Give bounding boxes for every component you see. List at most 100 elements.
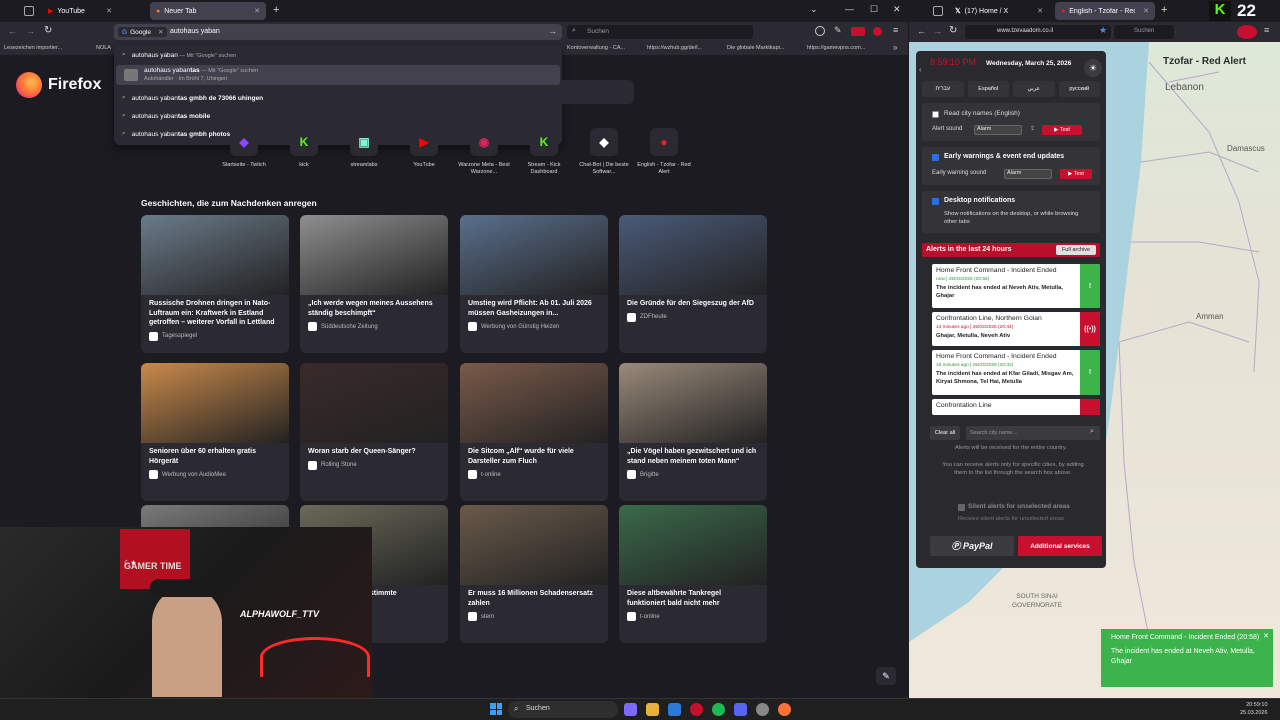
bookmark-star-icon[interactable]: ★ — [1099, 25, 1107, 36]
close-window-icon[interactable]: ✕ — [893, 4, 901, 15]
story-card[interactable]: Er muss 16 Millionen Schadensersatz zahl… — [460, 505, 608, 643]
url-bar[interactable]: www.tzevaadom.co.il — [965, 25, 1111, 39]
discord-icon[interactable] — [734, 703, 747, 716]
tab-tzofar[interactable]: ● English - Tzofar - Red Alert ✕ — [1055, 2, 1155, 20]
address-input[interactable]: autohaus yaban — [170, 28, 220, 35]
search-engine-chip[interactable]: G Google ✕ — [118, 27, 168, 37]
early-test-button[interactable]: ▶ Test — [1060, 169, 1092, 179]
bookmark-import[interactable]: Lesezeichen importier... — [4, 45, 62, 51]
start-windows-icon[interactable] — [490, 703, 502, 715]
shortcut-tile[interactable]: ▶ YouTube — [394, 128, 454, 169]
paypal-button[interactable]: Ⓟ PayPal — [930, 536, 1014, 556]
back-icon[interactable]: ← — [917, 26, 926, 36]
story-card[interactable]: Umstieg wird Pflicht: Ab 01. Juli 2026 m… — [460, 215, 608, 353]
close-tab-icon[interactable]: ✕ — [254, 7, 260, 15]
opera-icon[interactable] — [690, 703, 703, 716]
story-card[interactable]: Senioren über 60 erhalten gratis Hörgerä… — [141, 363, 289, 501]
minimize-icon[interactable]: — — [845, 4, 854, 14]
reload-icon[interactable]: ↻ — [949, 25, 957, 36]
newtab-search-box[interactable] — [562, 80, 634, 104]
theme-toggle-icon[interactable]: ☀ — [1084, 59, 1102, 77]
alert-item[interactable]: ((•)) Confrontation Line, Northern Golan 1… — [932, 312, 1100, 346]
search-box[interactable]: Suchen — [1114, 25, 1174, 39]
alert-sound-select[interactable]: Alarm — [974, 125, 1022, 135]
shortcut-tile[interactable]: ◉ Warzone Meta - Best Warzone... — [454, 128, 514, 176]
customize-pencil-icon[interactable]: ✎ — [876, 667, 896, 685]
early-warnings-checkbox[interactable] — [932, 154, 939, 161]
back-icon[interactable]: ← — [8, 26, 17, 36]
bookmark-marktkapi[interactable]: Die globale Marktkapi... — [727, 45, 784, 51]
forward-icon[interactable]: → — [933, 26, 942, 36]
search-box[interactable]: Suchen — [567, 25, 753, 39]
story-card[interactable]: Die Sitcom „Alf“ wurde für viele Darstel… — [460, 363, 608, 501]
bookmark-wzhub[interactable]: https://wzhub.gg/de/l... — [647, 45, 702, 51]
close-tab-icon[interactable]: ✕ — [1037, 7, 1043, 15]
settings-icon[interactable] — [668, 703, 681, 716]
taskbar-search[interactable]: Suchen — [508, 701, 618, 718]
story-card[interactable]: Russische Drohnen dringen in Nato-Luftra… — [141, 215, 289, 353]
alert-item[interactable]: Confrontation Line — [932, 399, 1100, 415]
early-sound-select[interactable]: Alarm — [1004, 169, 1052, 179]
system-clock[interactable]: 20:59:10 25.03.2026 — [1240, 701, 1268, 717]
alert-item[interactable]: ! Home Front Command - Incident Ended 16 m… — [932, 350, 1100, 395]
close-tab-icon[interactable]: ✕ — [106, 7, 112, 15]
bookmark-kontoverwaltung[interactable]: Kontoverwaltung - CA... — [567, 45, 625, 51]
new-tab-plus-icon[interactable]: + — [1161, 4, 1167, 16]
shortcut-tile[interactable]: ◆ Chat-Bot | Die beste Softwar... — [574, 128, 634, 176]
tab-x-home[interactable]: 𝕏 (17) Home / X ✕ — [949, 2, 1049, 20]
close-tab-icon[interactable]: ✕ — [1143, 7, 1149, 15]
clear-all-button[interactable]: Clear all — [930, 426, 960, 440]
tab-youtube[interactable]: ▶ YouTube ✕ — [42, 2, 118, 20]
desktop-notification-toast[interactable]: Home Front Command - Incident Ended (20:… — [1101, 629, 1273, 687]
redalert-extension-icon[interactable] — [873, 27, 882, 36]
silent-alerts-checkbox[interactable] — [958, 504, 965, 511]
language-hebrew[interactable]: עברית — [922, 81, 964, 97]
language-arabic[interactable]: عربي — [1013, 81, 1055, 97]
read-city-names-checkbox[interactable] — [932, 111, 939, 118]
additional-services-button[interactable]: Additional services — [1018, 536, 1102, 556]
obs-icon[interactable] — [756, 703, 769, 716]
close-chip-icon[interactable]: ✕ — [158, 28, 163, 36]
language-russian[interactable]: русский — [1058, 81, 1100, 97]
shortcut-tile[interactable]: K Stream - Kick Dashboard — [514, 128, 574, 176]
account-icon[interactable] — [815, 26, 825, 36]
suggestion-row[interactable]: ⌕ autohaus yaban — Mit "Google" suchen — [114, 47, 562, 63]
city-search-input[interactable]: Search city name... — [966, 426, 1100, 440]
extensions-icon[interactable]: ✎ — [834, 25, 842, 36]
full-archive-button[interactable]: Full archive — [1056, 245, 1096, 255]
copilot-icon[interactable] — [624, 703, 637, 716]
upload-icon[interactable]: ⇪ — [1030, 125, 1035, 132]
redalert-extension-icon[interactable] — [1237, 25, 1257, 39]
alert-test-button[interactable]: ▶ Test — [1042, 125, 1082, 135]
go-arrow-icon[interactable]: → — [548, 26, 557, 36]
suggestion-row[interactable]: ⌕ autohaus yabantas mobile — [114, 108, 562, 124]
more-bookmarks-icon[interactable]: » — [893, 43, 897, 52]
address-bar[interactable]: G Google ✕ autohaus yaban → — [114, 24, 562, 40]
bookmark-nola[interactable]: NOLA — [96, 45, 111, 51]
chevron-down-icon[interactable]: ⌄ — [810, 4, 818, 15]
firefox-taskbar-icon[interactable] — [778, 703, 791, 716]
file-explorer-icon[interactable] — [646, 703, 659, 716]
forward-icon[interactable]: → — [26, 26, 35, 36]
desktop-notif-checkbox[interactable] — [932, 198, 939, 205]
story-card[interactable]: Die Gründe für den Siegeszug der AfD ZDFh… — [619, 215, 767, 353]
extension-badge-icon[interactable] — [851, 27, 865, 36]
new-tab-plus-icon[interactable]: + — [273, 4, 279, 16]
story-card[interactable]: Woran starb der Queen-Sänger? Rolling Sto… — [300, 363, 448, 501]
bookmark-gamevpns[interactable]: https://gamevpns.com... — [807, 45, 865, 51]
menu-icon[interactable]: ≡ — [893, 25, 898, 35]
reload-icon[interactable]: ↻ — [44, 25, 52, 36]
story-card[interactable]: „Ich werde wegen meines Aussehens ständi… — [300, 215, 448, 353]
tab-list-icon[interactable] — [24, 6, 34, 16]
shortcut-tile[interactable]: ● English - Tzofar - Red Alert — [634, 128, 694, 176]
suggestion-row-selected[interactable]: autohaus yabantas — Mit "Google" suchen A… — [116, 65, 560, 85]
spotify-icon[interactable] — [712, 703, 725, 716]
suggestion-row[interactable]: ⌕ autohaus yabantas gmbh de 73066 uhinge… — [114, 90, 562, 106]
language-spanish[interactable]: Español — [967, 81, 1009, 97]
shortcut-tile[interactable]: Kkick — [274, 128, 334, 169]
close-toast-icon[interactable]: ✕ — [1263, 632, 1269, 642]
shortcut-tile[interactable]: ▣ streamlabs — [334, 128, 394, 169]
story-card[interactable]: „Die Vögel haben gezwitschert und ich st… — [619, 363, 767, 501]
story-card[interactable]: Diese altbewährte Tankregel funktioniert… — [619, 505, 767, 643]
tab-new-tab[interactable]: ● Neuer Tab ✕ — [150, 2, 266, 20]
